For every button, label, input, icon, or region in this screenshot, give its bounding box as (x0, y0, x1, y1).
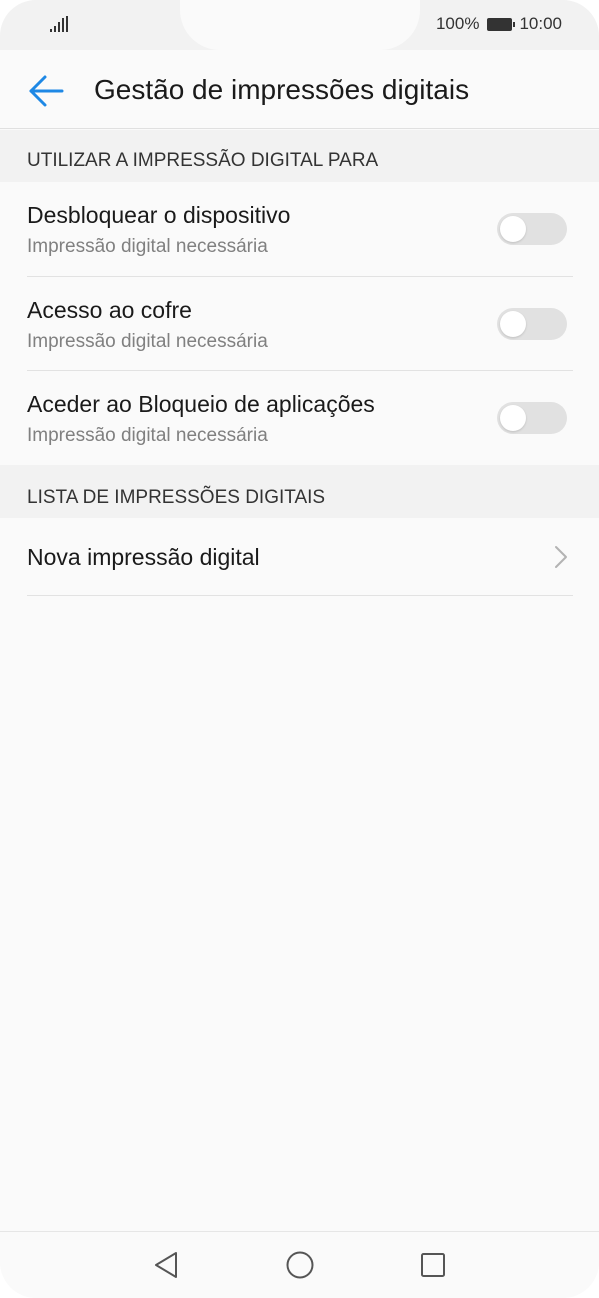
recents-square-icon[interactable] (418, 1250, 448, 1280)
toggle-unlock-device[interactable] (497, 213, 567, 245)
list-item-app-lock[interactable]: Aceder ao Bloqueio de aplicações Impress… (0, 371, 599, 465)
toggle-app-lock[interactable] (497, 402, 567, 434)
section-header-use-fingerprint: UTILIZAR A IMPRESSÃO DIGITAL PARA (0, 130, 599, 182)
chevron-right-icon (555, 546, 567, 568)
toggle-knob (500, 405, 526, 431)
row-subtitle: Impressão digital necessária (27, 331, 268, 352)
back-triangle-icon[interactable] (152, 1250, 182, 1280)
list-item-safe-access[interactable]: Acesso ao cofre Impressão digital necess… (0, 277, 599, 371)
app-header: Gestão de impressões digitais (0, 50, 599, 129)
status-bar: 100% 10:00 (0, 0, 599, 50)
status-right: 100% 10:00 (436, 14, 562, 34)
home-circle-icon[interactable] (285, 1250, 315, 1280)
toggle-safe-access[interactable] (497, 308, 567, 340)
row-subtitle: Impressão digital necessária (27, 236, 268, 257)
row-title: Nova impressão digital (27, 544, 260, 570)
battery-icon (487, 17, 516, 31)
row-title: Aceder ao Bloqueio de aplicações (27, 391, 375, 417)
section-header-fingerprint-list: LISTA DE IMPRESSÕES DIGITAIS (0, 465, 599, 518)
battery-percent: 100% (435, 14, 480, 33)
screen: 100% 10:00 Gestão de impressões digitais… (0, 0, 599, 1298)
signal-icon (50, 16, 68, 32)
display-notch (180, 0, 420, 50)
navigation-bar (0, 1231, 599, 1298)
arrow-left-icon[interactable] (26, 74, 66, 108)
clock: 10:00 (519, 14, 562, 33)
row-title: Acesso ao cofre (27, 297, 192, 323)
list-item-new-fingerprint[interactable]: Nova impressão digital (0, 518, 599, 595)
toggle-knob (500, 216, 526, 242)
divider (27, 595, 573, 596)
row-title: Desbloquear o dispositivo (27, 202, 291, 228)
row-subtitle: Impressão digital necessária (27, 425, 268, 446)
toggle-knob (500, 311, 526, 337)
list-item-unlock-device[interactable]: Desbloquear o dispositivo Impressão digi… (0, 182, 599, 277)
page-title: Gestão de impressões digitais (94, 74, 470, 105)
